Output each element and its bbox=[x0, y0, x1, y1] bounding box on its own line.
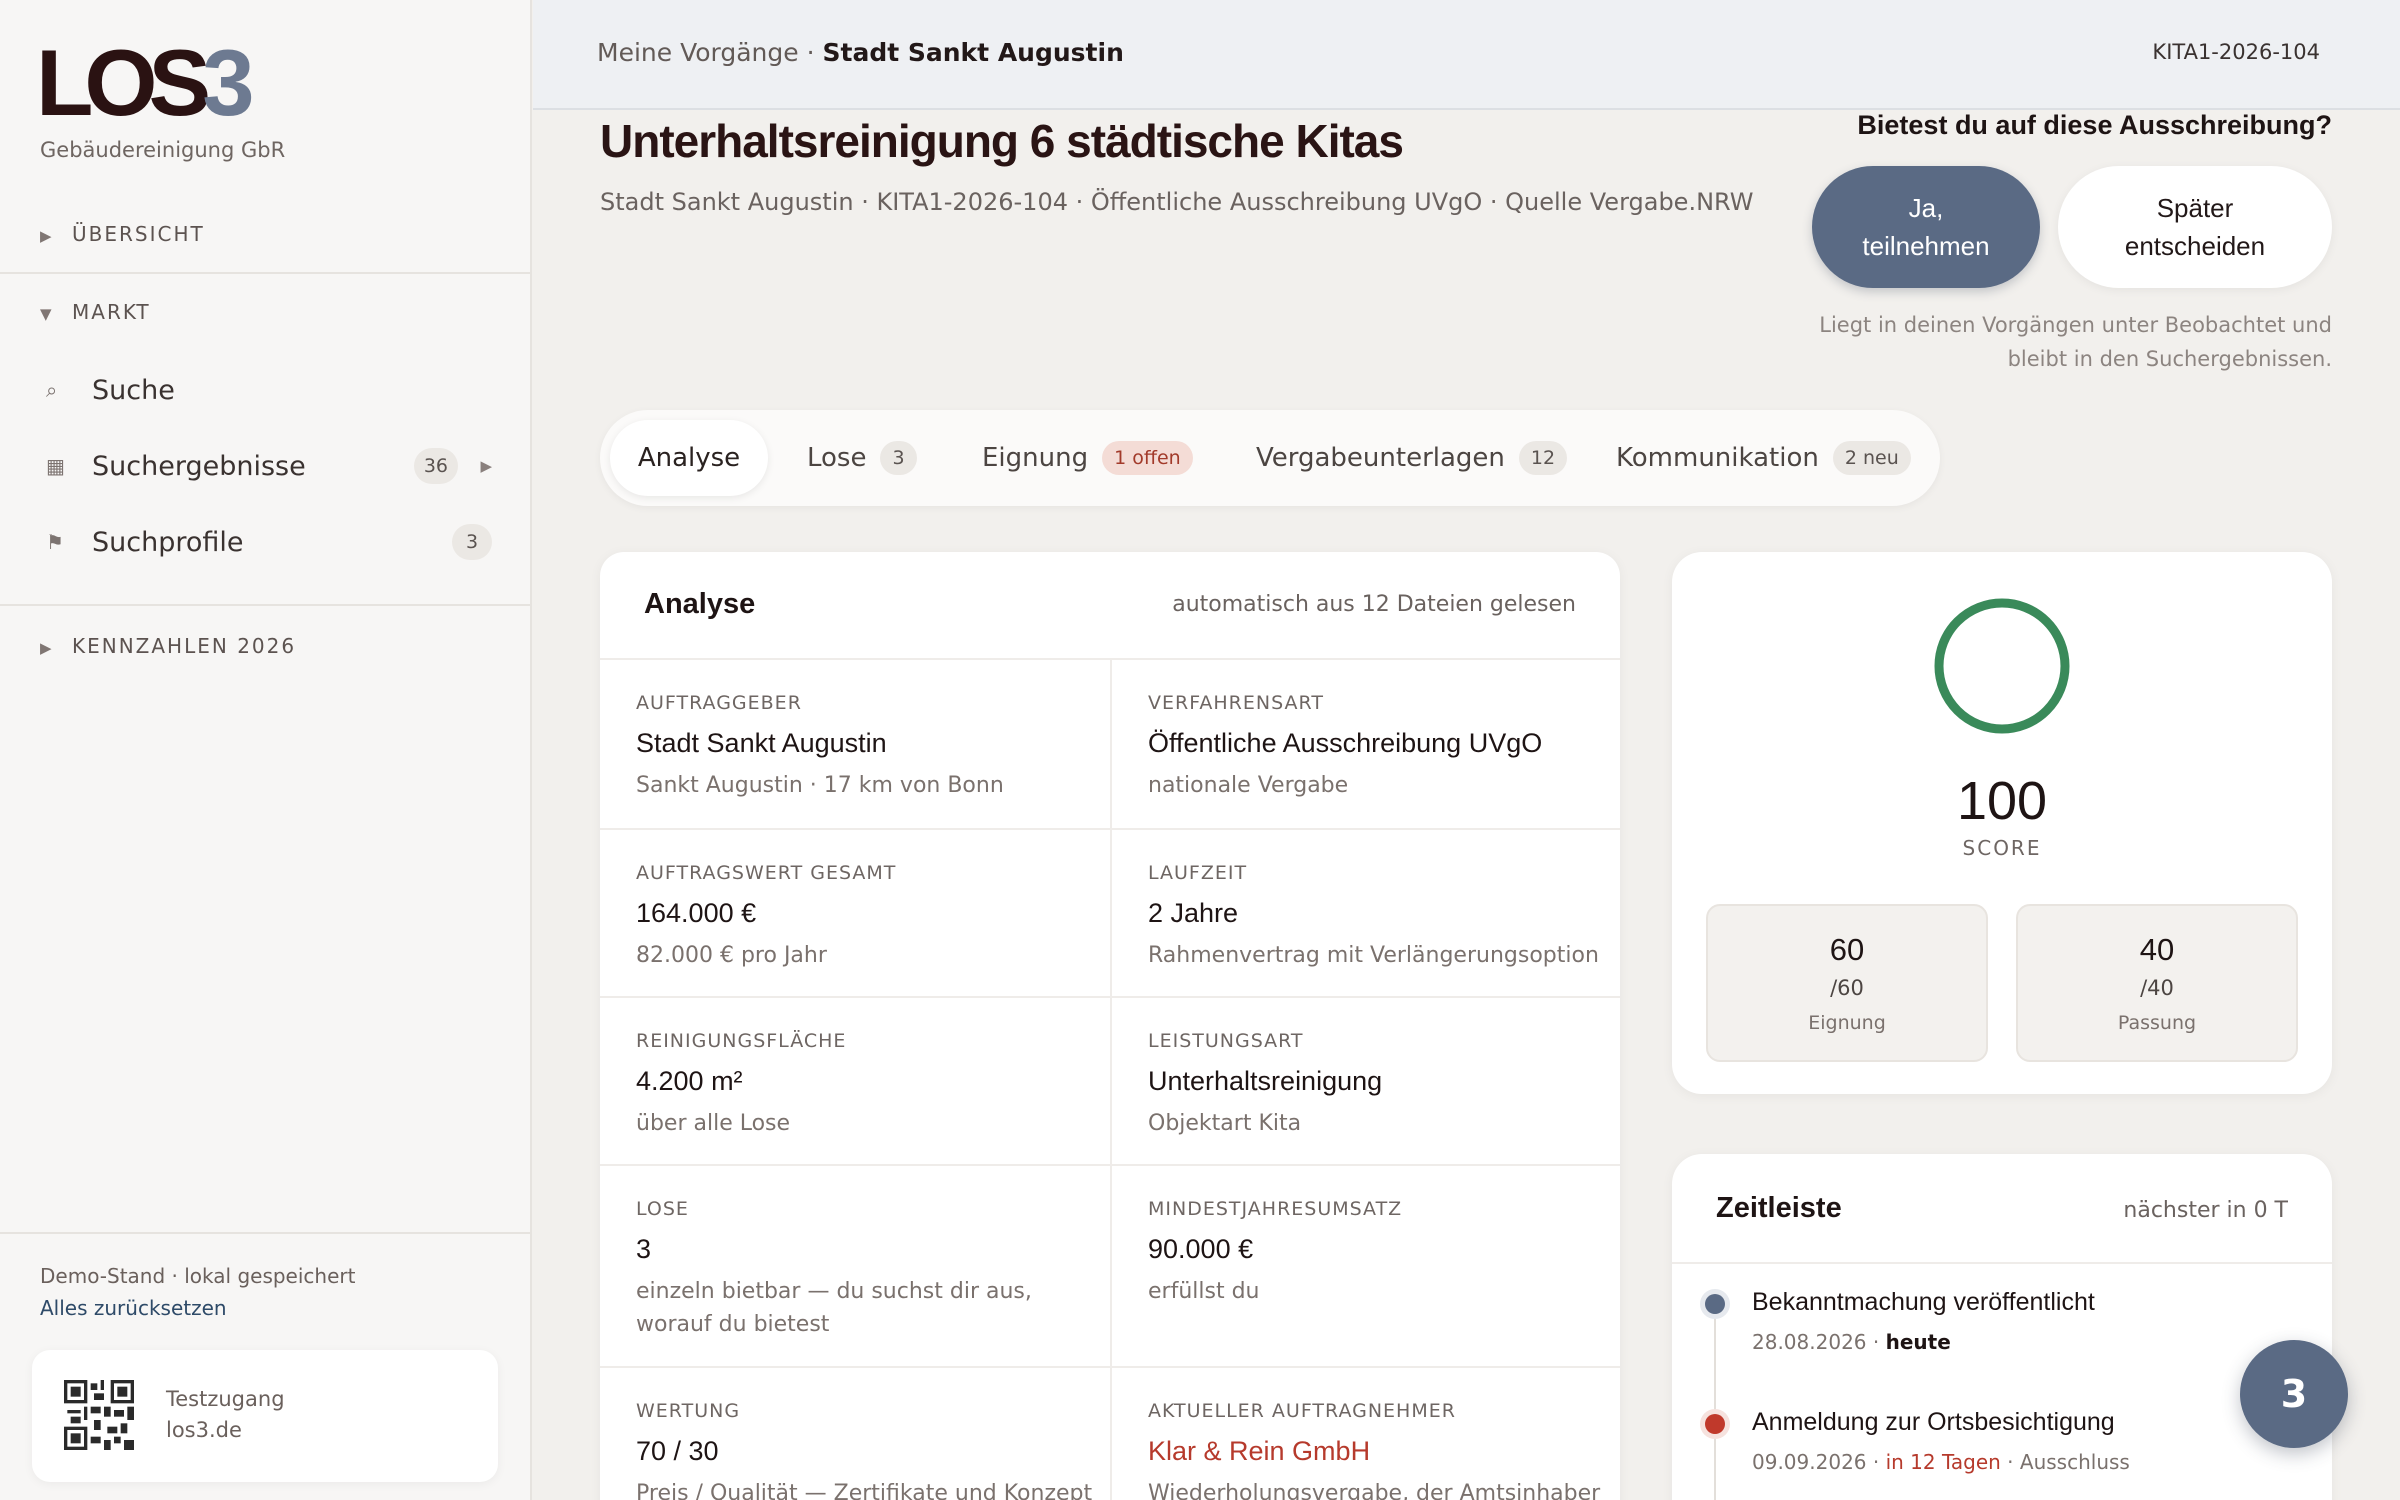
decision-hint: Liegt in deinen Vorgängen unter Beobacht… bbox=[1819, 313, 2332, 371]
score-part-passung: 40 /40 Passung bbox=[2016, 904, 2298, 1062]
breadcrumb-parent[interactable]: Meine Vorgänge bbox=[597, 38, 799, 67]
tab-label: Kommunikation bbox=[1616, 443, 1819, 473]
storage-status: Demo-Stand · lokal gespeichert bbox=[40, 1264, 356, 1288]
breadcrumb: Meine Vorgänge · Stadt Sankt Augustin bbox=[597, 38, 1124, 67]
decide-later-button[interactable]: Später entscheiden bbox=[2058, 166, 2332, 288]
page-title: Unterhaltsreinigung 6 städtische Kitas bbox=[600, 115, 1404, 167]
sidebar-item-suchergebnisse[interactable]: ▦ Suchergebnisse 36 ▶ bbox=[40, 438, 492, 494]
score-card: 100 SCORE 60 /60 Eignung 40 /40 Passung bbox=[1672, 552, 2332, 1094]
tab-label: Eignung bbox=[982, 443, 1089, 473]
tab-bar: Analyse Lose 3 Eignung 1 offen Vergabeun… bbox=[600, 410, 1940, 506]
field-aktueller-auftragnehmer: AKTUELLER AUFTRAGNEHMER Klar & Rein GmbH… bbox=[1110, 1368, 1620, 1500]
nav-section-kennzahlen[interactable]: ▶ KENNZAHLEN 2026 bbox=[40, 634, 296, 658]
score-value: 100 bbox=[1956, 771, 2048, 831]
score-ring bbox=[1934, 598, 2070, 734]
score-part-eignung: 60 /60 Eignung bbox=[1706, 904, 1988, 1062]
brand-logo[interactable]: LOS3 bbox=[36, 36, 255, 130]
divider bbox=[0, 272, 530, 274]
flag-icon: ⚑ bbox=[46, 530, 64, 554]
section-label: KENNZAHLEN 2026 bbox=[72, 634, 297, 658]
sidebar-item-label: Suchergebnisse bbox=[92, 450, 306, 482]
decision-question: Bietest du auf diese Ausschreibung? bbox=[1857, 110, 2332, 140]
timeline-card: Zeitleiste nächster in 0 T Bekanntmachun… bbox=[1672, 1154, 2332, 1500]
nav-section-uebersicht[interactable]: ▶ ÜBERSICHT bbox=[40, 222, 205, 246]
count-badge: 3 bbox=[452, 524, 492, 560]
field-laufzeit: LAUFZEIT 2 Jahre Rahmenvertrag mit Verlä… bbox=[1110, 830, 1620, 998]
timeline-next-note: nächster in 0 T bbox=[2123, 1198, 2288, 1223]
section-label: ÜBERSICHT bbox=[72, 222, 205, 246]
divider bbox=[0, 604, 530, 606]
timeline-dot bbox=[1705, 1294, 1725, 1314]
page-subtitle: Stadt Sankt Augustin · KITA1-2026-104 · … bbox=[600, 188, 1754, 216]
timeline-event-title[interactable]: Anmeldung zur Ortsbesichtigung bbox=[1752, 1408, 2115, 1437]
caret-right-icon: ▶ bbox=[40, 227, 54, 245]
timeline-dot bbox=[1705, 1414, 1725, 1434]
analysis-card: Analyse automatisch aus 12 Dateien geles… bbox=[600, 552, 1620, 1500]
caret-down-icon: ▼ bbox=[40, 305, 54, 323]
tab-label: Analyse bbox=[637, 443, 741, 473]
test-access-url: los3.de bbox=[166, 1418, 242, 1442]
count-badge: 3 bbox=[880, 441, 917, 475]
field-wertung: WERTUNG 70 / 30 Preis / Qualität — Zerti… bbox=[600, 1368, 1110, 1500]
logo-number: 3 bbox=[202, 30, 255, 135]
sidebar: LOS3 Gebäudereinigung GbR ▶ ÜBERSICHT ▼ MA… bbox=[0, 0, 532, 1500]
caret-right-icon: ▶ bbox=[480, 457, 492, 475]
tab-eignung[interactable]: Eignung 1 offen bbox=[982, 420, 1193, 496]
sidebar-item-suchprofile[interactable]: ⚑ Suchprofile 3 bbox=[40, 514, 492, 570]
score-ring-arc bbox=[1934, 598, 2070, 734]
field-auftraggeber: AUFTRAGGEBER Stadt Sankt Augustin Sankt … bbox=[600, 660, 1110, 830]
test-access-card[interactable]: Testzugang los3.de bbox=[32, 1350, 498, 1482]
qr-code-icon bbox=[64, 1380, 134, 1450]
timeline-event-meta: 09.09.2026 · in 12 Tagen · Ausschluss bbox=[1752, 1450, 2130, 1474]
field-mindestjahresumsatz: MINDESTJAHRESUMSATZ 90.000 € erfüllst du bbox=[1110, 1166, 1620, 1368]
topbar: Meine Vorgänge · Stadt Sankt Augustin KI… bbox=[533, 0, 2400, 110]
sidebar-item-label: Suche bbox=[92, 374, 175, 406]
tender-id: KITA1-2026-104 bbox=[2152, 40, 2320, 64]
analysis-title: Analyse bbox=[644, 588, 756, 620]
test-access-text: Testzugang los3.de bbox=[166, 1384, 285, 1446]
timeline-event-meta: 28.08.2026 · heute bbox=[1752, 1330, 1951, 1354]
timeline-title: Zeitleiste bbox=[1716, 1192, 1842, 1224]
logo-text: LOS bbox=[36, 30, 211, 135]
notifications-button[interactable]: 3 bbox=[2240, 1340, 2348, 1448]
field-leistungsart: LEISTUNGSART Unterhaltsreinigung Objekta… bbox=[1110, 998, 1620, 1166]
score-label: SCORE bbox=[1962, 836, 2042, 860]
search-icon: ⌕ bbox=[46, 378, 58, 402]
sidebar-item-suche[interactable]: ⌕ Suche bbox=[40, 362, 492, 418]
field-auftragswert: AUFTRAGSWERT GESAMT 164.000 € 82.000 € p… bbox=[600, 830, 1110, 998]
tab-analyse[interactable]: Analyse bbox=[610, 420, 768, 496]
breadcrumb-current: Stadt Sankt Augustin bbox=[822, 38, 1124, 67]
incumbent-link[interactable]: Klar & Rein GmbH bbox=[1148, 1436, 1620, 1467]
timeline-event-title[interactable]: Bekanntmachung veröffentlicht bbox=[1752, 1288, 2095, 1317]
section-label: MARKT bbox=[72, 300, 151, 324]
field-verfahrensart: VERFAHRENSART Öffentliche Ausschreibung … bbox=[1110, 660, 1620, 830]
divider bbox=[0, 1232, 530, 1234]
caret-right-icon: ▶ bbox=[40, 639, 54, 657]
test-access-label: Testzugang bbox=[166, 1387, 285, 1411]
reset-link[interactable]: Alles zurücksetzen bbox=[40, 1292, 355, 1324]
timeline-line bbox=[1714, 1304, 1716, 1500]
tab-label: Lose bbox=[807, 443, 867, 473]
field-lose: LOSE 3 einzeln bietbar — du suchst dir a… bbox=[600, 1166, 1110, 1368]
sidebar-item-label: Suchprofile bbox=[92, 526, 244, 558]
tab-vergabeunterlagen[interactable]: Vergabeunterlagen 12 bbox=[1256, 420, 1568, 496]
participate-button[interactable]: Ja, teilnehmen bbox=[1812, 166, 2040, 288]
field-reinigungsflaeche: REINIGUNGSFLÄCHE 4.200 m² über alle Lose bbox=[600, 998, 1110, 1166]
grid-icon: ▦ bbox=[46, 454, 65, 478]
count-badge: 12 bbox=[1518, 441, 1568, 475]
tab-lose[interactable]: Lose 3 bbox=[807, 420, 917, 496]
analysis-source-note: automatisch aus 12 Dateien gelesen bbox=[1172, 592, 1576, 617]
tab-label: Vergabeunterlagen bbox=[1256, 443, 1505, 473]
open-badge: 1 offen bbox=[1102, 441, 1193, 475]
timeline-header: Zeitleiste nächster in 0 T bbox=[1672, 1154, 2332, 1264]
sidebar-footer: Demo-Stand · lokal gespeichert Alles zur… bbox=[40, 1260, 355, 1324]
nav-section-markt[interactable]: ▼ MARKT bbox=[40, 300, 151, 324]
count-badge: 36 bbox=[413, 448, 458, 484]
analysis-header: Analyse automatisch aus 12 Dateien geles… bbox=[600, 552, 1620, 660]
new-badge: 2 neu bbox=[1832, 441, 1911, 475]
tab-kommunikation[interactable]: Kommunikation 2 neu bbox=[1616, 420, 1911, 496]
brand-subtitle: Gebäudereinigung GbR bbox=[40, 138, 286, 162]
